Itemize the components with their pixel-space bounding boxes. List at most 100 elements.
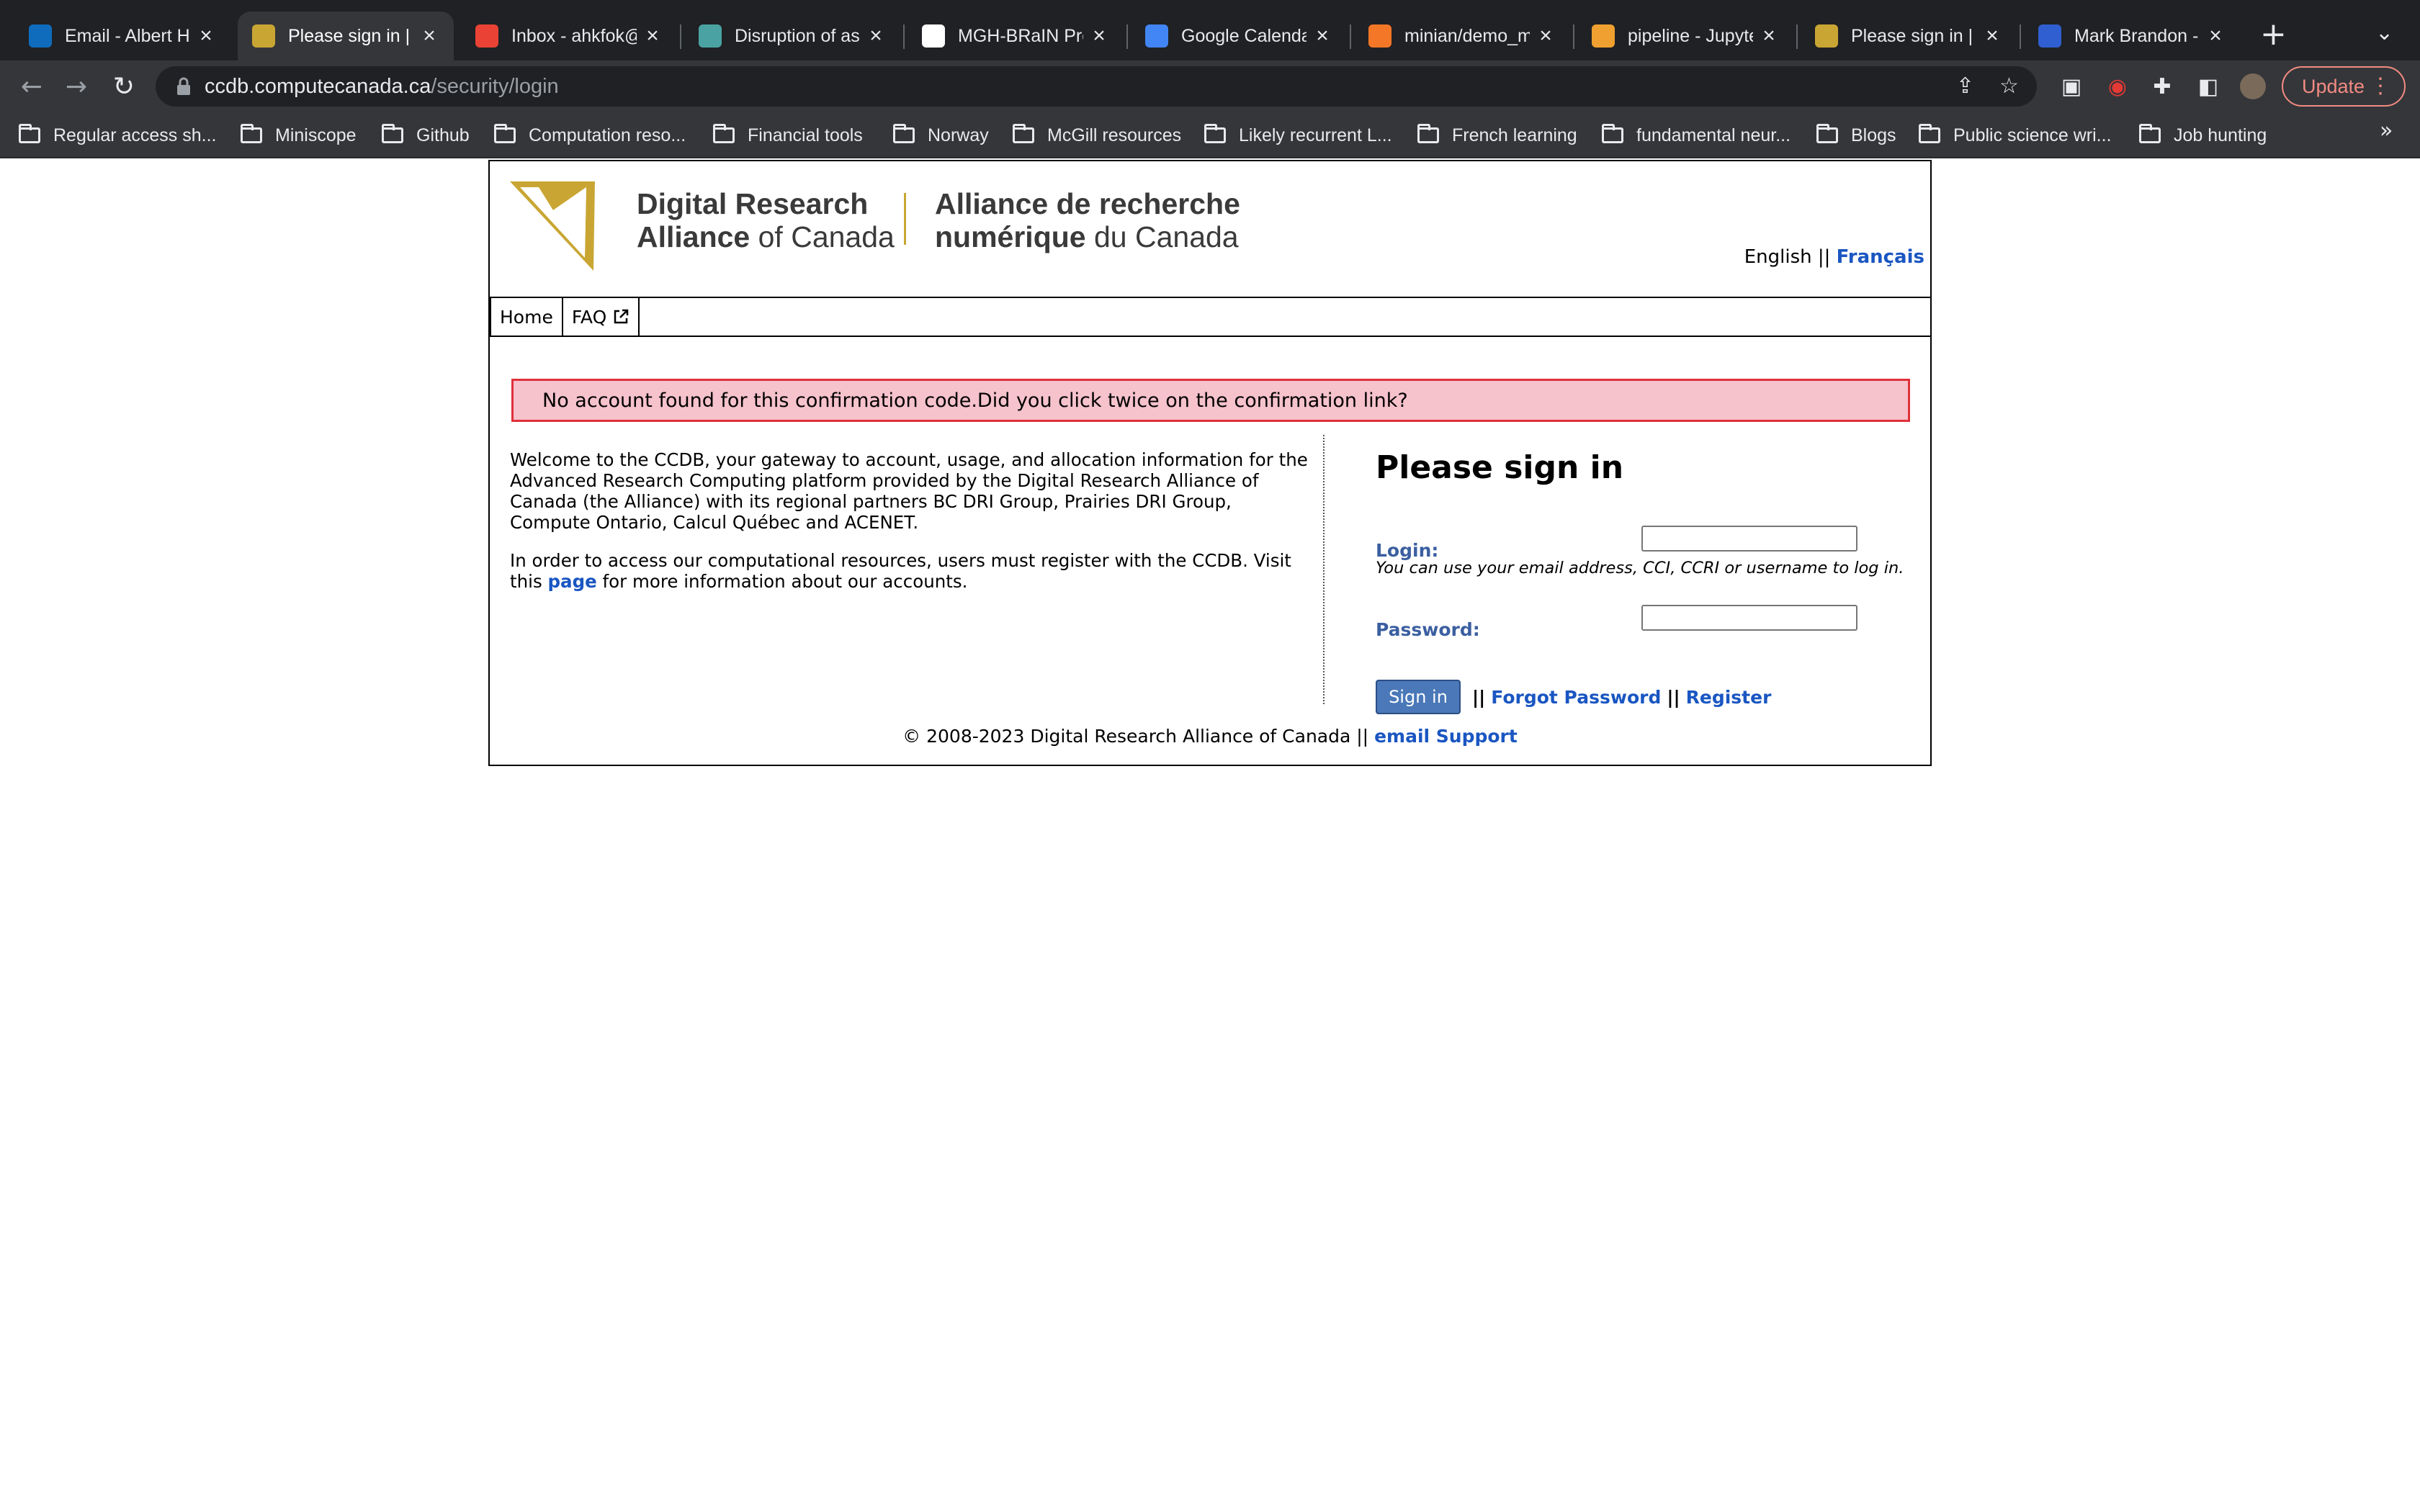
lang-english: English — [1744, 246, 1812, 268]
tab-close-icon[interactable]: × — [419, 24, 439, 48]
login-input[interactable] — [1641, 526, 1857, 552]
bookmark-folder[interactable]: Likely recurrent L... — [1204, 122, 1392, 148]
bookmark-folder[interactable]: Github — [382, 122, 470, 148]
folder-icon — [893, 124, 915, 143]
folder-icon — [1816, 124, 1838, 143]
main-menu: Home FAQ — [490, 297, 1930, 337]
extension-record-icon[interactable]: ◉ — [2103, 72, 2132, 101]
tab-close-icon[interactable]: × — [2205, 24, 2226, 48]
side-panel-icon[interactable]: ◧ — [2194, 72, 2223, 101]
bookmark-folder[interactable]: Financial tools — [713, 122, 863, 148]
notebook-icon — [1592, 24, 1615, 48]
browser-tab[interactable]: Disruption of as × — [684, 12, 900, 60]
tab-close-icon[interactable]: × — [1536, 24, 1556, 48]
folder-icon — [382, 124, 403, 143]
bookmark-folder[interactable]: Computation reso... — [494, 122, 686, 148]
folder-icon — [1919, 124, 1940, 143]
gmail-icon — [475, 24, 498, 48]
accounts-page-link[interactable]: page — [548, 571, 597, 592]
browser-tab[interactable]: Please sign in | C × — [1801, 12, 2017, 60]
folder-icon — [241, 124, 262, 143]
update-button[interactable]: Update ⋮ — [2282, 66, 2406, 107]
bookmark-folder[interactable]: Miniscope — [241, 122, 357, 148]
browser-toolbar: ← → ↻ ccdb.computecanada.ca/security/log… — [0, 60, 2420, 112]
tab-close-icon[interactable]: × — [196, 24, 216, 48]
browser-tab[interactable]: Inbox - ahkfok@ × — [461, 12, 677, 60]
signin-title: Please sign in — [1376, 449, 1624, 486]
browser-chrome: Email - Albert H×Please sign in | C×Inbo… — [0, 0, 2420, 158]
tab-close-icon[interactable]: × — [1089, 24, 1109, 48]
address-bar[interactable]: ccdb.computecanada.ca/security/login ⇪ ☆ — [156, 66, 2037, 107]
browser-tab[interactable]: Google Calenda × — [1131, 12, 1347, 60]
new-tab-button[interactable]: + — [2260, 17, 2287, 52]
browser-tab[interactable]: Please sign in | C × — [238, 12, 454, 60]
bookmark-folder[interactable]: fundamental neur... — [1602, 122, 1791, 148]
extension-camera-icon[interactable]: ▣ — [2057, 72, 2086, 101]
bookmark-folder[interactable]: French learning — [1417, 122, 1577, 148]
bookmark-folder[interactable]: Public science wri... — [1919, 122, 2112, 148]
browser-tab[interactable]: minian/demo_m × — [1354, 12, 1570, 60]
bookmark-label: Blogs — [1851, 125, 1896, 145]
error-alert: No account found for this confirmation c… — [511, 379, 1910, 422]
share-icon[interactable]: ⇪ — [1956, 73, 1974, 99]
tab-title: Please sign in | C — [288, 25, 413, 46]
column-divider — [1323, 435, 1325, 704]
forward-icon[interactable]: → — [60, 71, 92, 102]
bookmarks-overflow-icon[interactable]: » — [2380, 118, 2393, 143]
register-link[interactable]: Register — [1686, 687, 1772, 708]
tab-title: Mark Brandon - — [2074, 25, 2199, 46]
menu-home[interactable]: Home — [490, 298, 563, 336]
email-support-link[interactable]: email Support — [1374, 726, 1518, 747]
logo-text-french[interactable]: Alliance de recherche numérique du Canad… — [935, 187, 1240, 253]
tab-close-icon[interactable]: × — [642, 24, 663, 48]
tab-search-chevron-icon[interactable]: ⌄ — [2375, 20, 2393, 45]
password-label: Password: — [1376, 619, 1480, 640]
forgot-password-link[interactable]: Forgot Password — [1491, 687, 1661, 708]
folder-icon — [2139, 124, 2161, 143]
bookmark-label: Github — [416, 125, 470, 145]
extensions-puzzle-icon[interactable]: ✚ — [2148, 72, 2177, 101]
browser-tab[interactable]: Mark Brandon - × — [2024, 12, 2240, 60]
tab-separator — [1350, 24, 1351, 49]
url-text[interactable]: ccdb.computecanada.ca/security/login — [205, 75, 559, 99]
bookmark-folder[interactable]: Norway — [893, 122, 989, 148]
language-switcher: English || Français — [1744, 246, 1924, 268]
ccdb-icon — [252, 24, 275, 48]
folder-icon — [1602, 124, 1623, 143]
bookmark-label: Public science wri... — [1953, 125, 2112, 145]
bookmark-folder[interactable]: Job hunting — [2139, 122, 2267, 148]
signin-button[interactable]: Sign in — [1376, 680, 1461, 714]
folder-icon — [1013, 124, 1034, 143]
bookmark-star-icon[interactable]: ☆ — [1999, 73, 2019, 99]
welcome-section: Welcome to the CCDB, your gateway to acc… — [510, 449, 1317, 609]
bookmarks-bar: Regular access sh... Miniscope Github Compu… — [0, 112, 2420, 158]
update-label: Update — [2302, 75, 2365, 97]
reload-icon[interactable]: ↻ — [108, 71, 140, 102]
bookmark-folder[interactable]: Blogs — [1816, 122, 1896, 148]
tab-close-icon[interactable]: × — [866, 24, 886, 48]
page-frame: Digital Research Alliance of Canada Alli… — [488, 160, 1932, 766]
tab-close-icon[interactable]: × — [1312, 24, 1332, 48]
lock-icon[interactable] — [176, 76, 192, 96]
browser-tab[interactable]: pipeline - Jupyte × — [1577, 12, 1793, 60]
back-icon[interactable]: ← — [16, 71, 48, 102]
bookmark-label: Computation reso... — [529, 125, 686, 145]
signin-form: Please sign in Login: You can use your e… — [1376, 449, 1923, 714]
lang-french-link[interactable]: Français — [1837, 246, 1924, 268]
tab-close-icon[interactable]: × — [1982, 24, 2002, 48]
menu-dots-icon: ⋮ — [2370, 74, 2391, 98]
sheets-icon — [922, 24, 945, 48]
browser-tab[interactable]: Email - Albert H × — [14, 12, 230, 60]
bookmark-folder[interactable]: McGill resources — [1013, 122, 1181, 148]
bookmark-label: Financial tools — [748, 125, 863, 145]
tab-title: Inbox - ahkfok@ — [511, 25, 637, 46]
folder-icon — [713, 124, 735, 143]
logo-text-english[interactable]: Digital Research Alliance of Canada — [637, 187, 895, 253]
tab-close-icon[interactable]: × — [1759, 24, 1779, 48]
ccdb-icon — [1815, 24, 1838, 48]
menu-faq[interactable]: FAQ — [561, 298, 640, 336]
browser-tab[interactable]: MGH-BRaIN Pro × — [908, 12, 1124, 60]
bookmark-folder[interactable]: Regular access sh... — [19, 122, 217, 148]
password-input[interactable] — [1641, 605, 1857, 631]
profile-avatar[interactable] — [2240, 73, 2266, 99]
